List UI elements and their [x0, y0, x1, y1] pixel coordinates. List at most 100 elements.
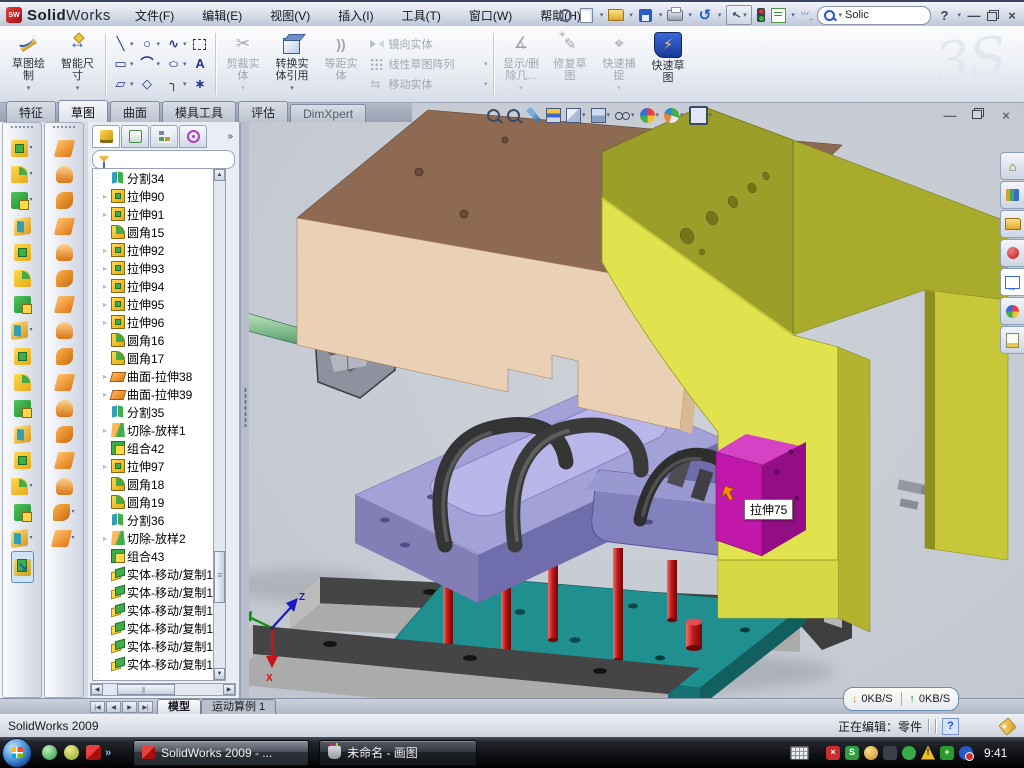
network-connect-icon[interactable]: [902, 746, 916, 760]
nav-next-icon[interactable]: ▶: [122, 701, 137, 713]
panel-splitter[interactable]: [240, 122, 249, 698]
tree-item[interactable]: ▸拉伸96: [101, 313, 225, 331]
hud-display-style[interactable]: ▾: [591, 108, 611, 123]
audio-device-icon[interactable]: [883, 746, 897, 760]
tool-delete-face[interactable]: [56, 369, 73, 395]
tree-item[interactable]: 实体-移动/复制16: [101, 619, 225, 637]
tree-item[interactable]: 圆角17: [101, 349, 225, 367]
tree-item[interactable]: ▸拉伸91: [101, 205, 225, 223]
tool-helix-spiral[interactable]: ▾: [53, 525, 74, 551]
tab-草图[interactable]: 草图: [58, 100, 108, 122]
corner-rectangle-dropdown[interactable]: ▾: [130, 61, 134, 68]
fillet-dropdown[interactable]: ▾: [29, 197, 32, 203]
tree-vertical-scrollbar[interactable]: ▲ ▼: [213, 168, 226, 681]
tree-item[interactable]: 实体-移动/复制13: [101, 565, 225, 583]
tool-swept-surface[interactable]: [56, 135, 73, 161]
tree-item[interactable]: 圆角18: [101, 475, 225, 493]
convert-entities-button[interactable]: 转换实体引用▾: [269, 32, 316, 92]
hscroll-thumb[interactable]: [117, 684, 175, 695]
update-badge-icon[interactable]: [864, 746, 878, 760]
antivirus-alert-icon[interactable]: ×: [826, 746, 840, 760]
tool-curve[interactable]: ▾: [11, 525, 32, 551]
assembly-model[interactable]: Y Z X: [244, 104, 1024, 698]
rapid-sketch-button[interactable]: 快速草图: [645, 32, 692, 84]
tool-untrim-surface[interactable]: [56, 395, 73, 421]
sketch-fillet-dropdown[interactable]: ▾: [183, 81, 187, 88]
move-entities-dropdown[interactable]: ▾: [484, 81, 488, 88]
select-entities-button[interactable]: [191, 34, 210, 54]
expand-icon[interactable]: ▸: [101, 390, 109, 399]
expand-icon[interactable]: ▸: [101, 300, 109, 309]
circle-button[interactable]: ○▾: [138, 34, 163, 54]
linear-sketch-pattern-button[interactable]: 线性草图阵列▾: [370, 56, 488, 72]
doc-restore-button[interactable]: [972, 108, 984, 119]
expand-icon[interactable]: ▸: [101, 318, 109, 327]
manager-tab-dimxpertmanager[interactable]: [179, 125, 207, 148]
menu-视图(V)[interactable]: 视图(V): [256, 3, 324, 28]
surface-axis-dropdown[interactable]: ▾: [71, 509, 74, 515]
edit-appearance-dropdown[interactable]: ▾: [656, 112, 660, 119]
help-dropdown[interactable]: ▾: [957, 12, 961, 19]
tree-horizontal-scrollbar[interactable]: ◀ ▶: [90, 683, 236, 696]
sketch-draw-dropdown[interactable]: ▾: [27, 84, 31, 92]
curve-dropdown[interactable]: ▾: [29, 535, 32, 541]
tool-surface-axis[interactable]: ▾: [53, 499, 74, 525]
taskpane-file-explorer[interactable]: [1000, 210, 1024, 238]
nav-last-icon[interactable]: ▶|: [138, 701, 153, 713]
tool-extend-surface[interactable]: [56, 213, 73, 239]
tree-item[interactable]: ▸拉伸95: [101, 295, 225, 313]
hud-zoom-to-area[interactable]: [506, 108, 521, 123]
tool-rib[interactable]: [14, 343, 31, 369]
display-style-dropdown[interactable]: ▾: [607, 112, 611, 119]
tree-filter-box[interactable]: [92, 150, 235, 169]
scroll-right-icon[interactable]: ▶: [223, 684, 235, 695]
tree-item[interactable]: 圆角15: [101, 223, 225, 241]
nav-first-icon[interactable]: |◀: [90, 701, 105, 713]
ellipse-button[interactable]: ○▾: [164, 54, 189, 74]
tool-move-copy-body[interactable]: [14, 447, 31, 473]
tree-item[interactable]: 实体-移动/复制17: [101, 637, 225, 655]
open-dropdown[interactable]: ▾: [629, 12, 633, 19]
straight-slot-dropdown[interactable]: ▾: [130, 81, 134, 88]
tree-item[interactable]: 分割36: [101, 511, 225, 529]
expand-icon[interactable]: ▸: [101, 264, 109, 273]
line-dropdown[interactable]: ▾: [130, 41, 134, 48]
menu-工具(T)[interactable]: 工具(T): [388, 3, 455, 28]
search-input[interactable]: [845, 9, 897, 21]
tree-item[interactable]: 组合42: [101, 439, 225, 457]
tool-lofted-boss[interactable]: [14, 239, 31, 265]
scroll-left-icon[interactable]: ◀: [91, 684, 103, 695]
scroll-up-icon[interactable]: ▲: [214, 169, 225, 181]
minimize-button[interactable]: —: [966, 8, 982, 23]
tree-item[interactable]: 圆角19: [101, 493, 225, 511]
taskbar-button-paint[interactable]: 未命名 - 画图: [319, 740, 477, 766]
close-button[interactable]: ×: [1004, 8, 1020, 23]
sync-status-icon[interactable]: [959, 746, 973, 760]
expand-icon[interactable]: ▸: [101, 282, 109, 291]
corner-rectangle-button[interactable]: ▭▾: [111, 54, 136, 74]
nav-previous-icon[interactable]: ◀: [106, 701, 121, 713]
sketch-fillet-button[interactable]: ╮▾: [164, 74, 189, 94]
new-dropdown[interactable]: ▾: [600, 12, 604, 19]
tab-DimXpert[interactable]: DimXpert: [290, 104, 366, 122]
shield-plus-icon[interactable]: +: [940, 746, 954, 760]
tool-chamfer[interactable]: [14, 265, 31, 291]
tool-combine[interactable]: [14, 421, 31, 447]
taskpane-design-library[interactable]: [1000, 181, 1024, 209]
centerpoint-arc-button[interactable]: ⌒▾: [138, 54, 163, 74]
mirror-entities-button[interactable]: 镜向实体: [370, 36, 488, 52]
manager-tab-propertymanager[interactable]: [121, 125, 149, 148]
toolbar-grip[interactable]: [53, 126, 75, 132]
expand-icon[interactable]: ▸: [101, 534, 109, 543]
tool-extruded-cut[interactable]: ▾: [11, 161, 32, 187]
tool-reference-plane[interactable]: [14, 499, 31, 525]
print-dropdown[interactable]: ▾: [688, 12, 692, 19]
manager-tab-configurationmanager[interactable]: [150, 125, 178, 148]
tab-曲面[interactable]: 曲面: [110, 101, 160, 122]
expand-icon[interactable]: ▸: [101, 192, 109, 201]
tree-item[interactable]: 组合43: [101, 547, 225, 565]
save-dropdown[interactable]: ▾: [659, 12, 663, 19]
quicklaunch-messenger-icon[interactable]: [42, 745, 57, 760]
sketch-text-button[interactable]: A: [191, 54, 210, 74]
straight-slot-button[interactable]: ▱▾: [111, 74, 136, 94]
